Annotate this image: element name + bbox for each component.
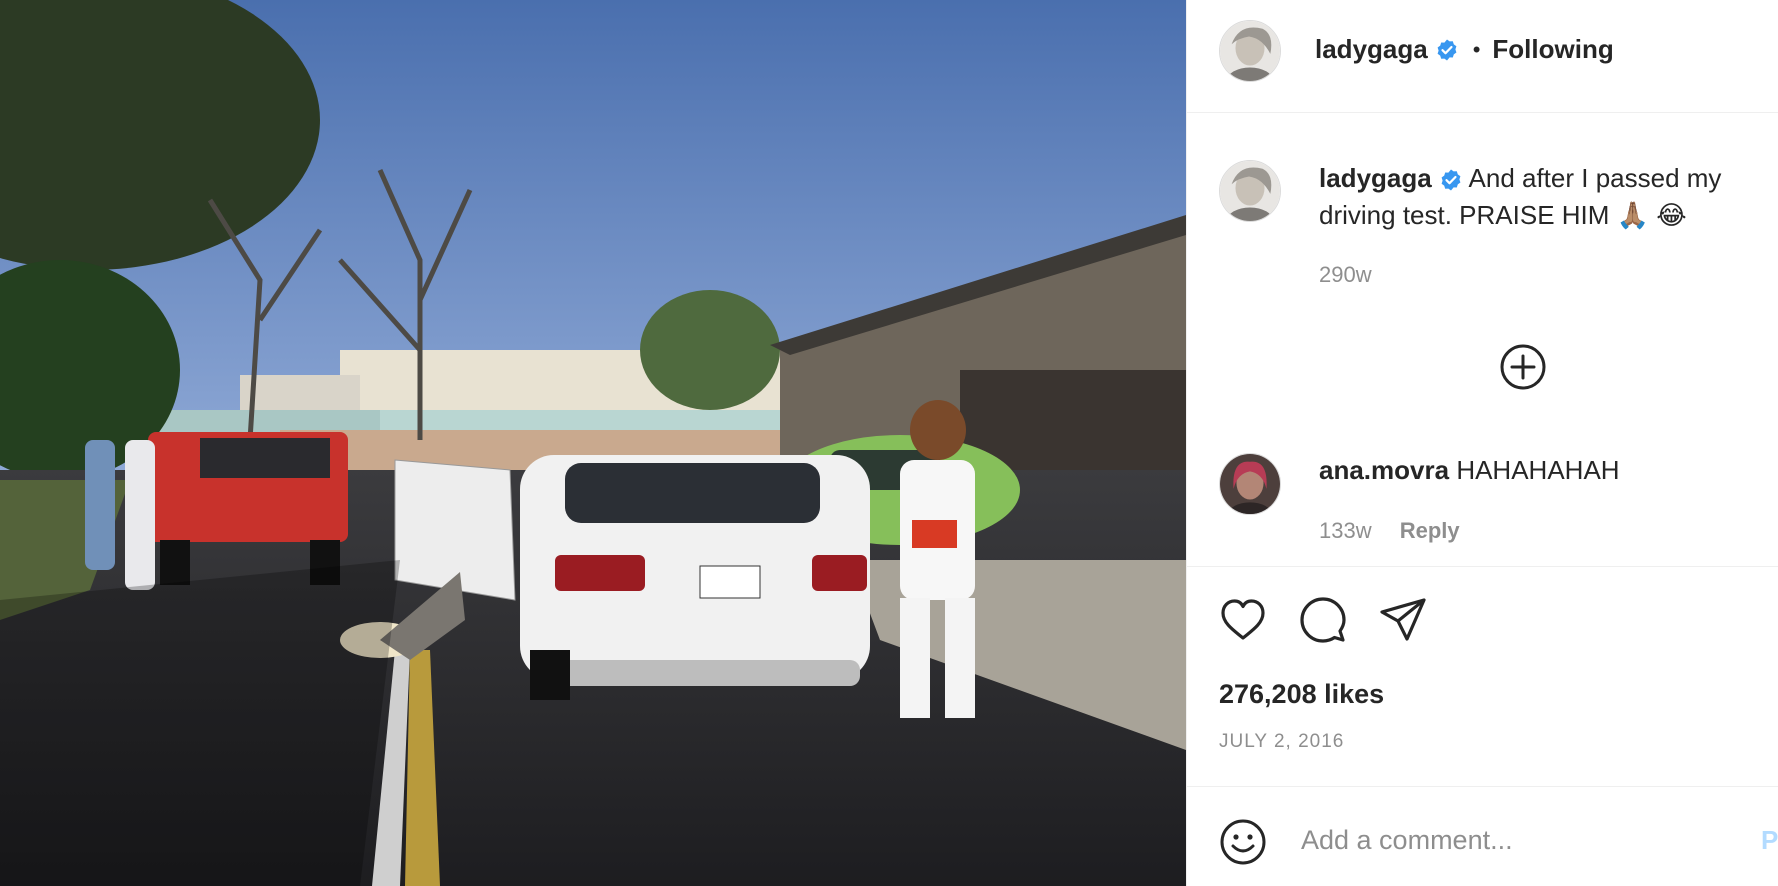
smiley-icon[interactable] xyxy=(1219,818,1267,866)
caption-username[interactable]: ladygaga xyxy=(1319,163,1432,193)
verified-badge-icon xyxy=(1439,168,1463,192)
post-header: ladygaga • Following xyxy=(1187,0,1778,113)
author-avatar[interactable] xyxy=(1219,20,1281,82)
author-username[interactable]: ladygaga xyxy=(1315,34,1428,65)
verified-badge-icon xyxy=(1435,38,1459,62)
likes-count[interactable]: 276,208 likes xyxy=(1219,679,1384,710)
comment-meta: 133w Reply xyxy=(1319,518,1460,544)
add-comment-bar: Post xyxy=(1187,786,1778,886)
caption-text: ladygaga And after I passed my driving t… xyxy=(1319,160,1769,234)
author-info: ladygaga • Following xyxy=(1315,34,1614,65)
comment-timestamp[interactable]: 133w xyxy=(1319,518,1372,543)
reply-button[interactable]: Reply xyxy=(1400,518,1460,543)
comment-icon[interactable] xyxy=(1299,596,1347,644)
following-button[interactable]: Following xyxy=(1492,34,1613,65)
plus-circle-icon xyxy=(1500,344,1546,390)
comment-input[interactable] xyxy=(1299,811,1733,869)
post-side-panel: ladygaga • Following ladygaga And after … xyxy=(1186,0,1778,886)
comment-body: HAHAHAHAH xyxy=(1456,455,1620,485)
heart-icon[interactable] xyxy=(1219,596,1267,644)
paper-plane-icon[interactable] xyxy=(1379,596,1427,644)
commenter-username[interactable]: ana.movra xyxy=(1319,455,1449,485)
caption-author-avatar[interactable] xyxy=(1219,160,1281,222)
action-bar: 276,208 likes JULY 2, 2016 xyxy=(1187,566,1778,786)
caption-timestamp[interactable]: 290w xyxy=(1319,262,1372,288)
separator-dot: • xyxy=(1472,36,1481,62)
post-comment-button[interactable]: Post xyxy=(1761,825,1778,856)
post-date: JULY 2, 2016 xyxy=(1219,731,1345,752)
comment-text: ana.movra HAHAHAHAH xyxy=(1319,452,1620,488)
commenter-avatar[interactable] xyxy=(1219,453,1281,515)
post-photo[interactable] xyxy=(0,0,1186,886)
load-more-comments-button[interactable] xyxy=(1499,343,1547,391)
